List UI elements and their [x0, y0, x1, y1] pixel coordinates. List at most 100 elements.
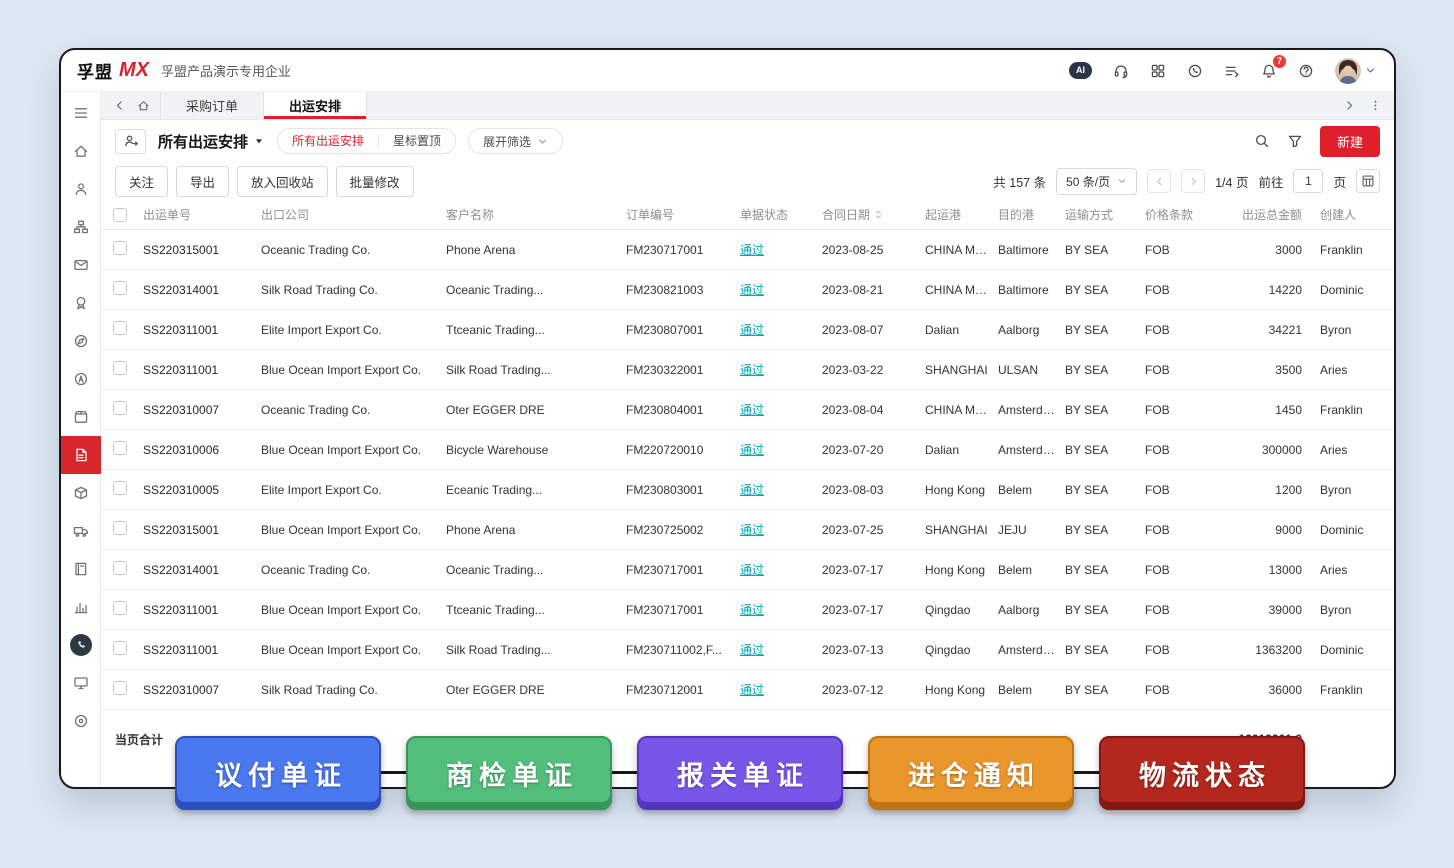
cell-status-link[interactable]: 通过	[740, 603, 764, 617]
column-header-5[interactable]: 合同日期	[822, 206, 925, 223]
cell-status-link[interactable]: 通过	[740, 243, 764, 257]
cell-status-link[interactable]: 通过	[740, 483, 764, 497]
table-row[interactable]: SS220311001 Blue Ocean Import Export Co.…	[101, 590, 1394, 630]
sidebar-item-settings[interactable]	[61, 702, 101, 740]
table-row[interactable]: SS220310007 Oceanic Trading Co. Oter EGG…	[101, 390, 1394, 430]
column-header-9[interactable]: 价格条款	[1145, 206, 1222, 223]
sidebar-item-product[interactable]	[61, 474, 101, 512]
ai-assistant-button[interactable]: AI	[1069, 62, 1092, 79]
row-checkbox[interactable]	[113, 281, 127, 295]
row-checkbox[interactable]	[113, 481, 127, 495]
cell-status-link[interactable]: 通过	[740, 563, 764, 577]
cell-status-link[interactable]: 通过	[740, 403, 764, 417]
toolbar-button-3[interactable]: 批量修改	[336, 166, 414, 197]
sidebar-item-home[interactable]	[61, 132, 101, 170]
expand-filter-button[interactable]: 展开筛选	[468, 128, 563, 154]
sidebar-item-report[interactable]	[61, 588, 101, 626]
table-row[interactable]: SS220311001 Elite Import Export Co. Ttce…	[101, 310, 1394, 350]
task-list-button[interactable]	[1224, 63, 1240, 79]
view-switch-button[interactable]	[115, 129, 146, 154]
prev-page-button[interactable]	[1147, 169, 1171, 193]
column-header-2[interactable]: 客户名称	[446, 206, 626, 223]
sidebar-item-mail[interactable]	[61, 246, 101, 284]
toolbar-button-0[interactable]: 关注	[115, 166, 168, 197]
cell-status-link[interactable]: 通过	[740, 523, 764, 537]
next-page-button[interactable]	[1181, 169, 1205, 193]
page-size-select[interactable]: 50 条/页	[1056, 168, 1137, 195]
overlay-button-2[interactable]: 报关单证	[637, 736, 843, 810]
column-header-11[interactable]: 创建人	[1310, 206, 1382, 223]
user-menu[interactable]	[1335, 58, 1376, 84]
sidebar-item-whatsapp[interactable]	[61, 626, 101, 664]
table-row[interactable]: SS220310005 Elite Import Export Co. Ecea…	[101, 470, 1394, 510]
table-row[interactable]: SS220315001 Blue Ocean Import Export Co.…	[101, 510, 1394, 550]
table-row[interactable]: SS220311001 Blue Ocean Import Export Co.…	[101, 350, 1394, 390]
row-checkbox[interactable]	[113, 641, 127, 655]
row-checkbox[interactable]	[113, 681, 127, 695]
sidebar-item-monitor[interactable]	[61, 664, 101, 702]
column-header-8[interactable]: 运输方式	[1065, 206, 1145, 223]
tab-forward-button[interactable]	[1343, 99, 1356, 112]
sidebar-item-customer[interactable]	[61, 170, 101, 208]
cell-status-link[interactable]: 通过	[740, 363, 764, 377]
app-grid-button[interactable]	[1150, 63, 1166, 79]
row-checkbox[interactable]	[113, 441, 127, 455]
tab-more-button[interactable]	[1369, 99, 1382, 112]
sidebar-item-marketing[interactable]	[61, 360, 101, 398]
table-config-button[interactable]	[1356, 169, 1380, 193]
column-header-7[interactable]: 目的港	[998, 206, 1065, 223]
row-checkbox[interactable]	[113, 361, 127, 375]
column-header-0[interactable]: 出运单号	[143, 206, 261, 223]
notifications-button[interactable]: 7	[1261, 63, 1277, 79]
table-row[interactable]: SS220315001 Oceanic Trading Co. Phone Ar…	[101, 230, 1394, 270]
overlay-button-3[interactable]: 进仓通知	[868, 736, 1074, 810]
filter-icon[interactable]	[1287, 133, 1303, 149]
table-row[interactable]: SS220314001 Oceanic Trading Co. Oceanic …	[101, 550, 1394, 590]
cell-status-link[interactable]: 通过	[740, 683, 764, 697]
sidebar-item-collapse[interactable]	[61, 94, 101, 132]
help-button[interactable]	[1298, 63, 1314, 79]
sidebar-item-order[interactable]	[61, 398, 101, 436]
row-checkbox[interactable]	[113, 601, 127, 615]
tab-back-button[interactable]	[113, 99, 126, 112]
table-row[interactable]: SS220314001 Silk Road Trading Co. Oceani…	[101, 270, 1394, 310]
view-selector[interactable]: 所有出运安排	[158, 131, 265, 152]
row-checkbox[interactable]	[113, 521, 127, 535]
quick-filter-1[interactable]: 星标置顶	[379, 129, 455, 153]
table-row[interactable]: SS220310007 Silk Road Trading Co. Oter E…	[101, 670, 1394, 710]
sidebar-item-ledger[interactable]	[61, 550, 101, 588]
row-checkbox[interactable]	[113, 321, 127, 335]
row-checkbox[interactable]	[113, 241, 127, 255]
sidebar-item-org[interactable]	[61, 208, 101, 246]
select-all-checkbox[interactable]	[113, 208, 127, 222]
cell-status-link[interactable]: 通过	[740, 443, 764, 457]
column-header-1[interactable]: 出口公司	[261, 206, 446, 223]
search-icon[interactable]	[1254, 133, 1270, 149]
table-row[interactable]: SS220310006 Blue Ocean Import Export Co.…	[101, 430, 1394, 470]
toolbar-button-2[interactable]: 放入回收站	[237, 166, 328, 197]
row-checkbox[interactable]	[113, 401, 127, 415]
tab-1[interactable]: 出运安排	[264, 92, 367, 119]
cell-status-link[interactable]: 通过	[740, 283, 764, 297]
overlay-button-4[interactable]: 物流状态	[1099, 736, 1305, 810]
column-header-3[interactable]: 订单编号	[626, 206, 740, 223]
tab-0[interactable]: 采购订单	[160, 92, 264, 119]
toolbar-button-1[interactable]: 导出	[176, 166, 229, 197]
sidebar-item-compass[interactable]	[61, 322, 101, 360]
column-header-4[interactable]: 单据状态	[740, 206, 822, 223]
overlay-button-1[interactable]: 商检单证	[406, 736, 612, 810]
sidebar-item-approval[interactable]	[61, 284, 101, 322]
row-checkbox[interactable]	[113, 561, 127, 575]
new-button[interactable]: 新建	[1320, 126, 1380, 157]
cell-status-link[interactable]: 通过	[740, 643, 764, 657]
column-header-6[interactable]: 起运港	[925, 206, 998, 223]
headset-button[interactable]	[1113, 63, 1129, 79]
sidebar-item-shipping-doc[interactable]	[61, 436, 101, 474]
quick-filter-0[interactable]: 所有出运安排	[278, 129, 378, 153]
cell-status-link[interactable]: 通过	[740, 323, 764, 337]
chat-circle-button[interactable]	[1187, 63, 1203, 79]
column-header-10[interactable]: 出运总金额	[1222, 206, 1310, 223]
sidebar-item-logistics[interactable]	[61, 512, 101, 550]
overlay-button-0[interactable]: 议付单证	[175, 736, 381, 810]
tab-home-button[interactable]	[137, 99, 150, 112]
